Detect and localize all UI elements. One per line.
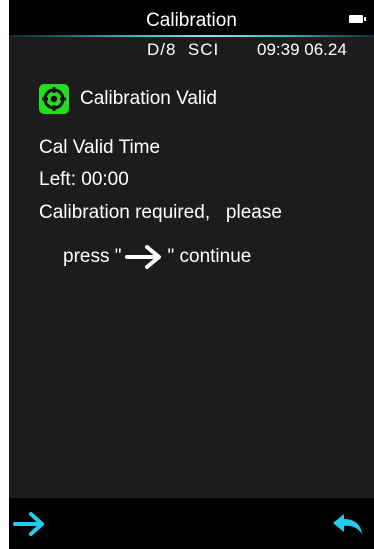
- press-suffix-text: " continue: [167, 246, 252, 267]
- calibration-valid-label: Calibration Valid: [80, 88, 217, 109]
- calibration-required-text: Calibration required, please: [39, 202, 282, 223]
- battery-icon: [349, 15, 366, 23]
- status-datetime: 09:39 06.24: [257, 40, 347, 59]
- time-left-text: Left: 00:00: [39, 169, 129, 190]
- calibration-target-icon: [39, 84, 69, 114]
- measurement-mode: D/8 SCI: [147, 40, 220, 59]
- page-title: Calibration: [146, 10, 237, 31]
- bottom-toolbar: [9, 498, 374, 549]
- arrow-right-icon: [13, 512, 44, 536]
- title-bar: Calibration: [9, 0, 374, 37]
- next-button[interactable]: [9, 508, 49, 540]
- return-icon: [333, 514, 362, 534]
- press-instruction: press " " continue: [63, 242, 251, 272]
- press-prefix-text: press ": [63, 246, 122, 267]
- back-button[interactable]: [328, 508, 368, 540]
- device-screen: Calibration D/8 SCI 09:39 06.24 Calibrat…: [9, 0, 374, 549]
- arrow-right-icon: [125, 245, 163, 269]
- calibration-valid-row: Calibration Valid: [39, 84, 217, 114]
- cal-valid-time-label: Cal Valid Time: [39, 137, 161, 158]
- title-divider: [9, 35, 374, 37]
